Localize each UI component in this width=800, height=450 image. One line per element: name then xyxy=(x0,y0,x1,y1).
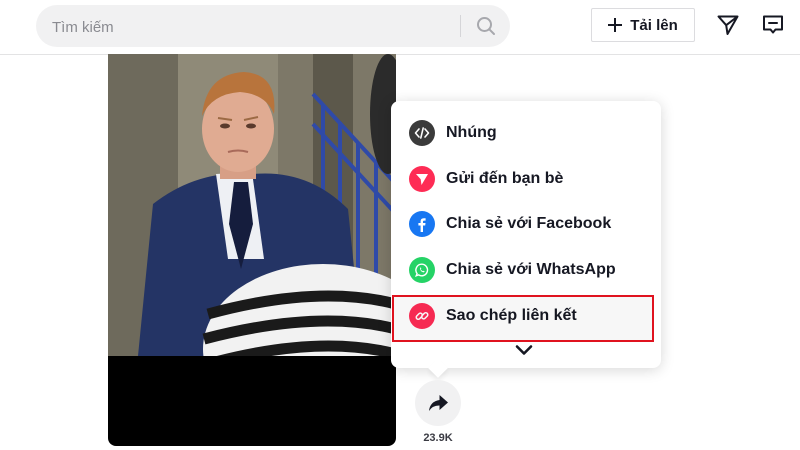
chevron-down-icon xyxy=(515,345,533,355)
whatsapp-icon xyxy=(409,257,435,283)
share-arrow-icon xyxy=(429,395,448,411)
search-button[interactable] xyxy=(461,5,510,47)
send-icon xyxy=(717,15,739,35)
search-bar xyxy=(36,5,510,49)
video-frame xyxy=(108,54,396,356)
inbox-button[interactable] xyxy=(760,12,786,38)
plus-icon xyxy=(608,18,623,32)
more-options-button[interactable] xyxy=(514,341,534,359)
video-player[interactable] xyxy=(108,54,396,446)
embed-icon xyxy=(409,120,435,146)
upload-button[interactable]: Tải lên xyxy=(591,8,695,42)
share-button[interactable] xyxy=(415,380,461,426)
inbox-icon xyxy=(763,15,783,34)
share-send-to-friends-item[interactable]: Gửi đến bạn bè xyxy=(391,157,661,201)
search-input[interactable] xyxy=(50,5,464,49)
highlight-annotation-box xyxy=(392,295,654,342)
share-facebook-item[interactable]: Chia sẻ với Facebook xyxy=(391,202,661,246)
share-facebook-label: Chia sẻ với Facebook xyxy=(446,215,612,232)
share-embed-label: Nhúng xyxy=(446,124,497,141)
facebook-icon xyxy=(409,211,435,237)
share-whatsapp-label: Chia sẻ với WhatsApp xyxy=(446,261,616,278)
share-send-label: Gửi đến bạn bè xyxy=(446,170,564,187)
search-icon xyxy=(476,17,495,35)
top-bar: Tải lên xyxy=(0,0,800,55)
messages-button[interactable] xyxy=(715,12,741,38)
upload-label: Tải lên xyxy=(630,16,678,34)
share-count: 23.9K xyxy=(423,432,453,444)
share-whatsapp-item[interactable]: Chia sẻ với WhatsApp xyxy=(391,248,661,292)
share-embed-item[interactable]: Nhúng xyxy=(391,111,661,155)
send-icon xyxy=(409,166,435,192)
